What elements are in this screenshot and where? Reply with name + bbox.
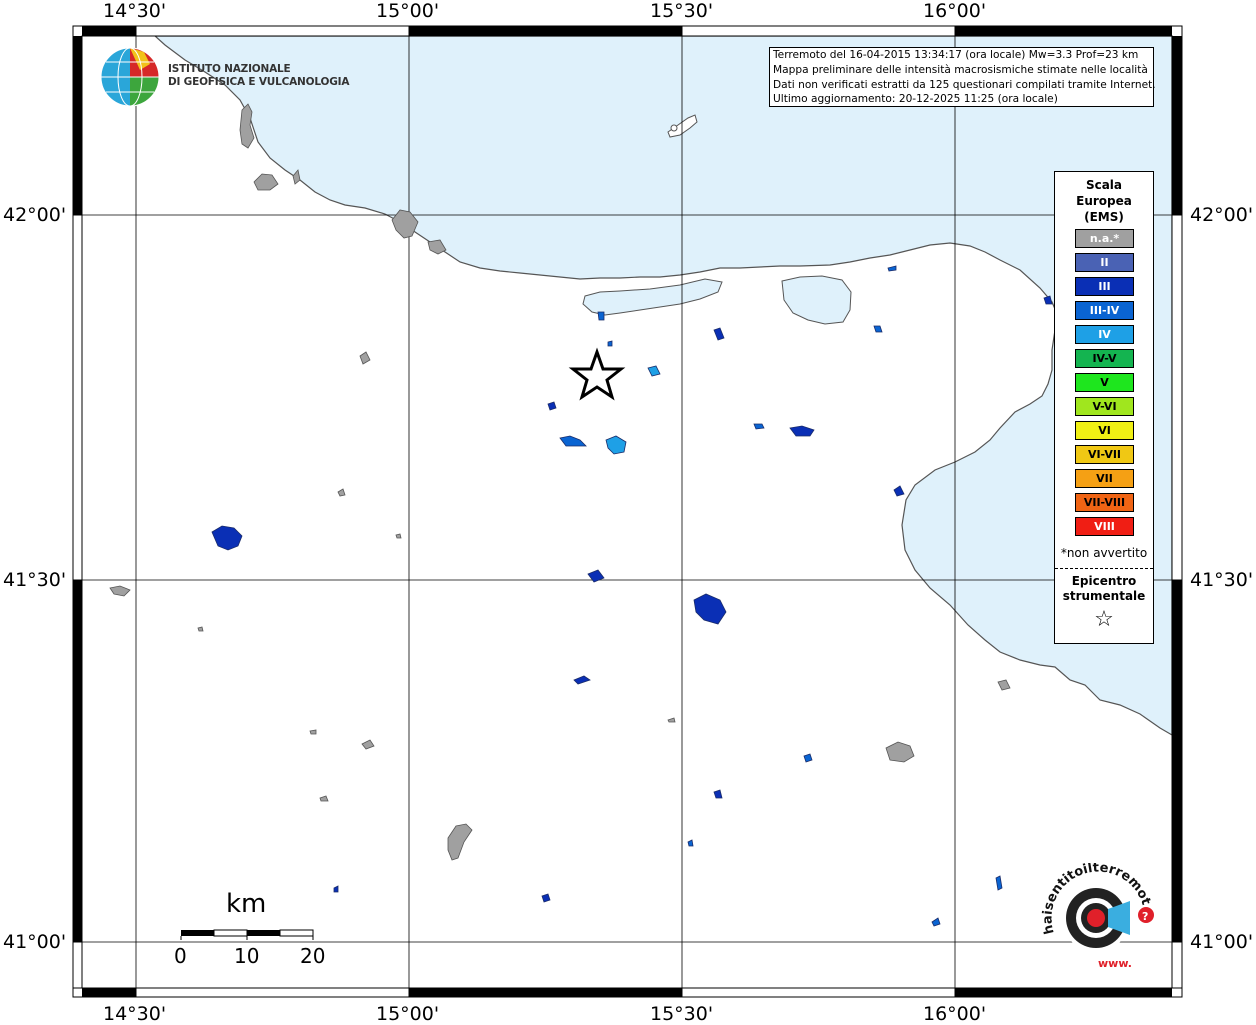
legend-epicenter-line: Epicentro: [1071, 574, 1137, 588]
event-info-line: Terremoto del 16-04-2015 13:34:17 (ora l…: [773, 49, 1139, 61]
lat-label-left-2: 41°30': [3, 569, 67, 591]
event-info-line: Ultimo aggiornamento: 20-12-2025 11:25 (…: [773, 93, 1058, 106]
lon-label-bottom-2: 15°00': [376, 1003, 440, 1025]
legend-title-line: Europea: [1076, 194, 1132, 208]
lon-label-top-4: 16°00': [923, 0, 987, 22]
brand-url: www.: [1098, 957, 1132, 970]
scale-tick-label: 10: [234, 944, 260, 968]
legend-item: V: [1075, 373, 1134, 392]
epicenter-star: [568, 347, 626, 401]
legend-item: VII-VIII: [1075, 493, 1134, 512]
legend-item: n.a.*: [1075, 229, 1134, 248]
lat-label-right-2: 41°30': [1190, 569, 1254, 591]
ems-legend: Scala Europea (EMS) n.a.* II III III-IV IV IV…: [1054, 171, 1154, 644]
legend-note: *non avvertito: [1060, 546, 1148, 560]
lat-label-left-1: 42°00': [3, 204, 67, 226]
event-info-box: Terremoto del 16-04-2015 13:34:17 (ora l…: [769, 47, 1156, 107]
legend-item: II: [1075, 253, 1134, 272]
legend-title: Scala Europea (EMS): [1055, 177, 1153, 225]
lat-label-left-3: 41°00': [3, 931, 67, 953]
lat-label-right-3: 41°00': [1190, 931, 1254, 953]
legend-divider: [1055, 568, 1153, 569]
lon-label-bottom-4: 16°00': [923, 1003, 987, 1025]
svg-text:?: ?: [1142, 910, 1148, 923]
scale-bar: [180, 929, 314, 940]
institute-name: ISTITUTO NAZIONALE DI GEOFISICA E VULCAN…: [168, 63, 349, 89]
legend-epicenter-line: strumentale: [1062, 589, 1146, 603]
institute-line-2: DI GEOFISICA E VULCANOLOGIA: [168, 76, 350, 88]
legend-item: III-IV: [1075, 301, 1134, 320]
lat-label-right-1: 42°00': [1190, 204, 1254, 226]
legend-epicenter-label: Epicentro strumentale: [1055, 574, 1153, 604]
lagoon-lesina: [582, 278, 723, 316]
legend-item: VIII: [1075, 517, 1134, 536]
lon-label-top-3: 15°30': [650, 0, 714, 22]
legend-title-line: Scala: [1085, 178, 1123, 192]
lon-label-bottom-1: 14°30': [103, 1003, 167, 1025]
lon-label-top-2: 15°00': [376, 0, 440, 22]
adriatic-sea: [153, 35, 1173, 737]
legend-title-line: (EMS): [1084, 210, 1124, 224]
event-info-line: Mappa preliminare delle intensità macros…: [773, 63, 1148, 76]
legend-item: VII: [1075, 469, 1134, 488]
scale-tick-label: 0: [174, 944, 187, 968]
star-icon: ☆: [1094, 607, 1114, 632]
scale-unit: km: [226, 889, 267, 919]
lon-label-bottom-3: 15°30': [650, 1003, 714, 1025]
legend-item: III: [1075, 277, 1134, 296]
legend-item: VI: [1075, 421, 1134, 440]
legend-item: IV: [1075, 325, 1134, 344]
towns-felt: [211, 265, 1053, 927]
ingv-logo-icon: [100, 47, 160, 107]
haisentito-logo-icon: ? haisentitoilterremoto.it www.: [1034, 863, 1154, 970]
lon-label-top-1: 14°30': [103, 0, 167, 22]
lagoon-varano: [781, 275, 852, 325]
scale-tick-label: 20: [300, 944, 326, 968]
event-info-line: Dati non verificati estratti da 125 ques…: [773, 78, 1156, 91]
legend-item: V-VI: [1075, 397, 1134, 416]
legend-item: IV-V: [1075, 349, 1134, 368]
legend-item: VI-VII: [1075, 445, 1134, 464]
institute-line-1: ISTITUTO NAZIONALE: [168, 63, 291, 75]
